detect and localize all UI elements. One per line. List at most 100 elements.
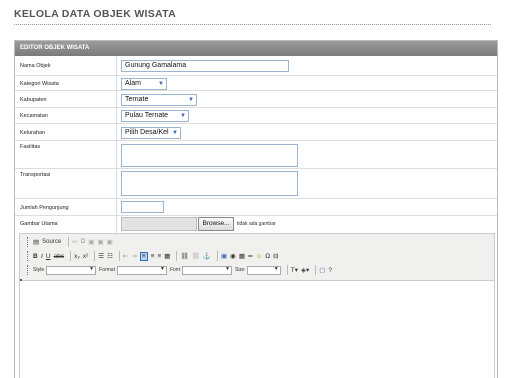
unordered-list-icon[interactable]: ☷	[107, 252, 113, 260]
toolbar-row-3: Style ▼ Format ▼ Font ▼ Size ▼ T▾ ◈▾ ▢ ?	[27, 264, 335, 276]
row-kecamatan: Kecamatan Pulau Ternate ▼	[15, 108, 497, 124]
rich-text-editor: ▤ Source ✂ ⧉ ▣ ▣ ▣ B I U abc x₂ x² ☰ ☷ ⇤…	[19, 233, 495, 378]
nama-objek-input[interactable]: Gunung Gamalama	[121, 60, 289, 72]
toolbar-grip[interactable]	[27, 251, 29, 261]
toolbar-divider	[217, 251, 218, 261]
row-kelurahan: Kelurahan Pilih Desa/Kel ▼	[15, 124, 497, 141]
chevron-down-icon: ▼	[180, 113, 186, 119]
image-icon[interactable]: ▣	[221, 252, 227, 260]
paste-word-icon[interactable]: ▣	[107, 238, 113, 246]
source-icon[interactable]: ▤	[33, 238, 39, 246]
format-label: Format	[99, 267, 115, 273]
kabupaten-select[interactable]: Ternate ▼	[121, 94, 197, 106]
style-label: Style	[33, 267, 45, 273]
about-icon[interactable]: ?	[328, 267, 332, 274]
align-right-icon[interactable]: ≡	[157, 253, 161, 260]
fasilitas-textarea[interactable]	[121, 144, 298, 167]
italic-icon[interactable]: I	[41, 253, 43, 260]
strikethrough-icon[interactable]: abc	[54, 253, 64, 260]
maximize-icon[interactable]: ▢	[319, 266, 325, 274]
flash-icon[interactable]: ◉	[230, 252, 236, 260]
smiley-icon[interactable]: ☺	[256, 253, 263, 260]
toolbar-row-2: B I U abc x₂ x² ☰ ☷ ⇤ ⇥ ≡ ≡ ≡ ▦ ⛓ ⛓ ⚓ ▣ …	[27, 250, 282, 262]
gambar-utama-label: Gambar Utama	[20, 221, 58, 227]
row-kabupaten: Kabupaten Ternate ▼	[15, 91, 497, 108]
cut-icon[interactable]: ✂	[72, 238, 77, 246]
justify-icon[interactable]: ▦	[164, 252, 170, 260]
kabupaten-value: Ternate	[125, 96, 149, 103]
paste-text-icon[interactable]: ▣	[97, 238, 103, 246]
transportasi-textarea[interactable]	[121, 171, 298, 196]
table-icon[interactable]: ▦	[239, 252, 245, 260]
style-select[interactable]: ▼	[46, 265, 97, 275]
gambar-utama-note: tidak ada gambar	[237, 221, 276, 227]
align-left-icon[interactable]: ≡	[139, 251, 148, 261]
jumlah-pengunjung-label: Jumlah Pengunjung	[20, 205, 69, 211]
anchor-icon[interactable]: ⚓	[203, 252, 211, 260]
kabupaten-label: Kabupaten	[20, 97, 47, 103]
toolbar-divider	[286, 265, 288, 275]
chevron-down-icon: ▼	[225, 265, 230, 272]
panel-header: EDITOR OBJEK WISATA	[15, 41, 497, 56]
row-separator	[116, 141, 117, 168]
outdent-icon[interactable]: ⇤	[123, 252, 128, 260]
underline-icon[interactable]: U	[46, 253, 51, 260]
toolbar-divider	[94, 251, 96, 261]
row-nama-objek: Nama Objek Gunung Gamalama	[15, 56, 497, 76]
copy-icon[interactable]: ⧉	[81, 238, 86, 246]
background-color-icon[interactable]: ◈▾	[301, 266, 309, 274]
toolbar-row-1: ▤ Source ✂ ⧉ ▣ ▣ ▣	[27, 236, 116, 248]
row-separator	[116, 216, 117, 233]
unlink-icon[interactable]: ⛓	[192, 252, 200, 260]
chevron-down-icon: ▼	[158, 81, 164, 87]
link-icon[interactable]: ⛓	[180, 252, 188, 260]
toolbar-grip[interactable]	[27, 237, 29, 247]
row-gambar-utama: Gambar Utama Browse... tidak ada gambar	[15, 216, 497, 233]
row-jumlah-pengunjung: Jumlah Pengunjung	[15, 199, 497, 216]
nama-objek-label: Nama Objek	[20, 63, 51, 69]
align-center-icon[interactable]: ≡	[151, 253, 155, 260]
format-select[interactable]: ▼	[116, 265, 167, 275]
browse-button[interactable]: Browse...	[198, 217, 234, 231]
kelurahan-value: Pilih Desa/Kel	[125, 129, 169, 136]
horizontal-rule-icon[interactable]: ═	[248, 253, 253, 260]
title-divider	[14, 24, 491, 25]
gambar-utama-file-field[interactable]	[121, 217, 197, 231]
chevron-down-icon: ▼	[188, 97, 194, 103]
indent-icon[interactable]: ⇥	[131, 252, 136, 260]
kelurahan-select[interactable]: Pilih Desa/Kel ▼	[121, 127, 181, 139]
toolbar-divider	[68, 237, 70, 247]
row-separator	[116, 76, 117, 90]
editor-toolbar: ▤ Source ✂ ⧉ ▣ ▣ ▣ B I U abc x₂ x² ☰ ☷ ⇤…	[20, 234, 494, 283]
toolbar-grip[interactable]	[27, 265, 29, 275]
text-color-icon[interactable]: T▾	[291, 266, 298, 274]
ordered-list-icon[interactable]: ☰	[98, 252, 104, 260]
form-panel: EDITOR OBJEK WISATA Nama Objek Gunung Ga…	[14, 40, 498, 378]
size-label: Size	[234, 267, 245, 273]
kecamatan-select[interactable]: Pulau Ternate ▼	[121, 110, 189, 122]
special-char-icon[interactable]: Ω	[265, 253, 270, 260]
row-fasilitas: Fasilitas	[15, 141, 497, 169]
jumlah-pengunjung-input[interactable]	[121, 201, 164, 213]
row-separator	[116, 124, 117, 140]
chevron-down-icon: ▼	[273, 265, 279, 272]
paste-icon[interactable]: ▣	[88, 238, 94, 246]
editor-content-area[interactable]	[20, 281, 494, 378]
page-break-icon[interactable]: ⊟	[273, 252, 278, 260]
subscript-icon[interactable]: x₂	[74, 253, 80, 260]
page-title: KELOLA DATA OBJEK WISATA	[14, 8, 176, 20]
kategori-label: Kategori Wisata	[20, 81, 59, 87]
row-separator	[116, 169, 117, 198]
size-select[interactable]: ▼	[246, 265, 281, 275]
bold-icon[interactable]: B	[33, 253, 38, 260]
font-label: Font	[169, 267, 180, 273]
chevron-down-icon: ▼	[160, 265, 165, 272]
toolbar-divider	[176, 251, 178, 261]
row-separator	[116, 199, 117, 215]
superscript-icon[interactable]: x²	[83, 253, 88, 260]
kategori-select[interactable]: Alam ▼	[121, 78, 167, 90]
font-select[interactable]: ▼	[181, 265, 232, 275]
row-separator	[116, 91, 117, 107]
chevron-down-icon: ▼	[172, 130, 178, 136]
source-button-label[interactable]: Source	[42, 239, 61, 245]
